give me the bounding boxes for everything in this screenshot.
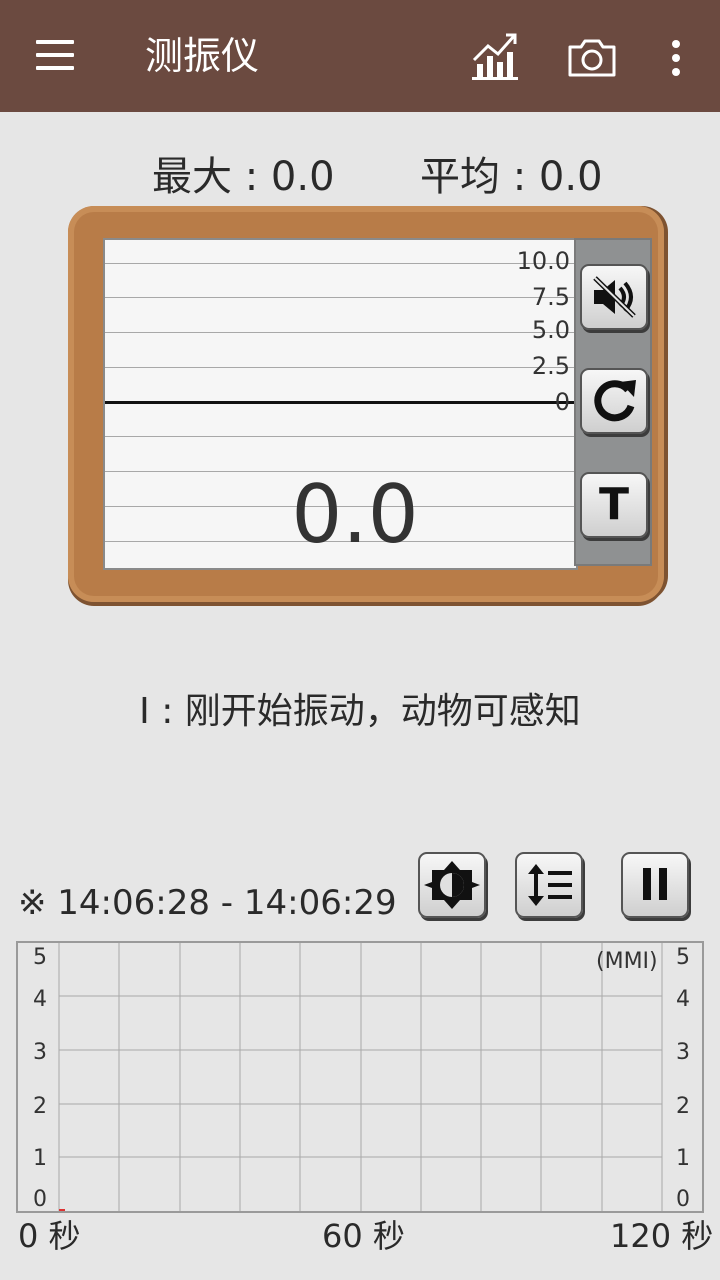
volume-off-icon <box>593 276 636 318</box>
max-value: 最大 : 0.0 <box>152 154 335 200</box>
x-axis-label-start: 0 秒 <box>18 1217 81 1255</box>
pause-button[interactable] <box>621 852 689 918</box>
y-axis-label-left: 5 <box>33 945 47 970</box>
current-reading: 0.0 <box>291 468 419 561</box>
y-axis-label-right: 2 <box>676 1094 690 1119</box>
camera-icon[interactable] <box>566 38 618 78</box>
signal-trace <box>105 401 576 404</box>
scale-label: 0 <box>554 388 570 416</box>
scale-label: 10.0 <box>516 247 570 275</box>
app-bar: 测振仪 <box>0 0 720 112</box>
scale-label: 2.5 <box>531 352 570 380</box>
line-spacing-button[interactable] <box>515 852 583 918</box>
history-chart-grid <box>58 943 663 1211</box>
y-axis-label-right: 4 <box>676 987 690 1012</box>
y-axis-label-left: 3 <box>33 1040 47 1065</box>
hamburger-menu-icon[interactable] <box>36 40 76 72</box>
y-axis-label-right: 1 <box>676 1146 690 1171</box>
text-button[interactable]: T <box>580 472 648 538</box>
x-axis-label-mid: 60 秒 <box>322 1217 405 1255</box>
mute-button[interactable] <box>580 264 648 330</box>
bar-chart-trend-icon[interactable] <box>470 30 522 80</box>
meter-screen: 10.0 7.5 5.0 2.5 0 0.0 <box>103 238 578 570</box>
text-button-label: T <box>598 479 629 530</box>
y-axis-label-left: 1 <box>33 1146 47 1171</box>
app-title: 测振仪 <box>145 34 260 78</box>
scale-label: 5.0 <box>531 316 570 344</box>
y-axis-label-left: 0 <box>33 1187 47 1212</box>
y-axis-label-right: 5 <box>676 945 690 970</box>
line-spacing-icon <box>528 864 572 906</box>
reset-button[interactable] <box>580 368 648 434</box>
average-value: 平均 : 0.0 <box>420 154 603 200</box>
intensity-description: I : 刚开始振动，动物可感知 <box>139 691 581 732</box>
y-axis-label-right: 0 <box>676 1187 690 1212</box>
time-range: ※ 14:06:28 - 14:06:29 <box>18 883 397 923</box>
x-axis-label-end: 120 秒 <box>610 1217 714 1255</box>
y-axis-label-left: 4 <box>33 987 47 1012</box>
unit-label: (MMI) <box>596 949 658 974</box>
scale-label: 7.5 <box>531 283 570 311</box>
y-axis-label-left: 2 <box>33 1094 47 1119</box>
refresh-icon <box>594 380 636 422</box>
brightness-icon <box>424 861 480 909</box>
y-axis-label-right: 3 <box>676 1040 690 1065</box>
pause-icon <box>643 868 667 900</box>
brightness-button[interactable] <box>418 852 486 918</box>
history-chart <box>16 941 704 1213</box>
more-vertical-icon[interactable] <box>668 38 684 78</box>
